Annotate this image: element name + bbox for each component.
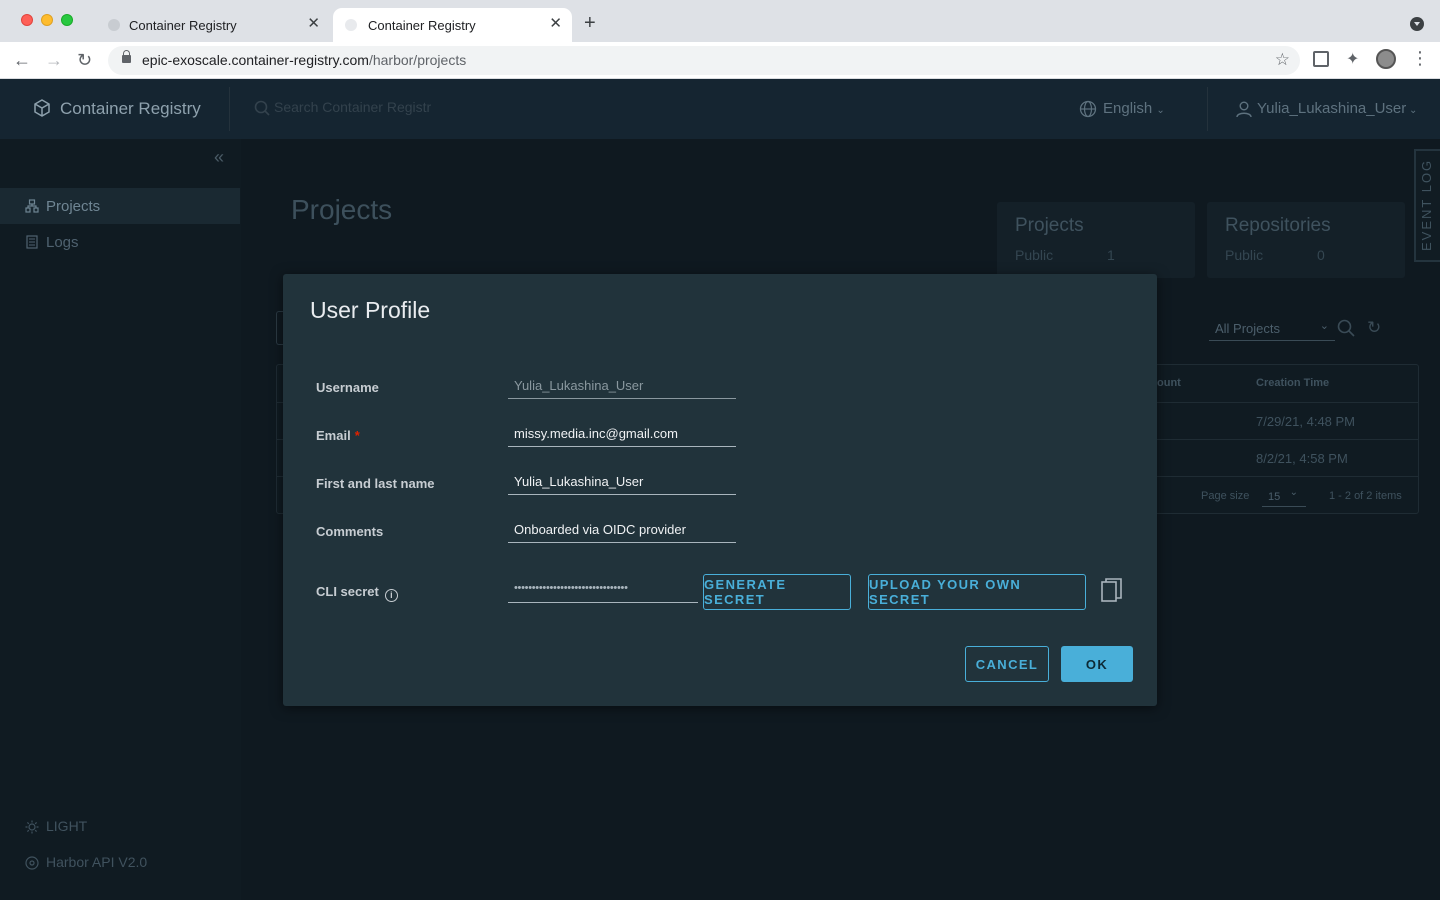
sun-icon <box>25 820 39 834</box>
username-label: Username <box>316 380 379 395</box>
project-filter-select[interactable]: All Projects ⌄ <box>1209 319 1335 341</box>
email-label: Email * <box>316 428 360 443</box>
projects-icon <box>25 199 39 213</box>
user-profile-modal: User Profile Username Yulia_Lukashina_Us… <box>283 274 1157 706</box>
browser-profile-avatar[interactable] <box>1376 49 1396 69</box>
api-link-label: Harbor API V2.0 <box>46 854 148 870</box>
column-header-count[interactable]: ount <box>1157 377 1181 389</box>
sidebar: « Projects Logs LIGHT Harbor API V2.0 <box>0 139 241 900</box>
user-icon <box>1236 101 1252 118</box>
refresh-icon[interactable]: ↻ <box>1367 318 1381 338</box>
forward-icon[interactable]: → <box>45 50 63 70</box>
email-field[interactable]: missy.media.inc@gmail.com <box>508 421 736 447</box>
chevron-down-icon: ⌄ <box>1319 320 1329 332</box>
browser-menu-icon[interactable]: ⋮ <box>1411 48 1429 68</box>
reload-icon[interactable]: ↻ <box>77 50 92 70</box>
info-icon[interactable]: i <box>384 589 398 602</box>
generate-secret-button[interactable]: GENERATE SECRET <box>703 574 851 610</box>
globe-icon <box>1079 100 1097 118</box>
projects-summary-card: Projects Public 1 <box>997 202 1195 278</box>
browser-toolbar: ← → ↻ epic-exoscale.container-registry.c… <box>0 42 1440 79</box>
search-icon <box>254 100 270 116</box>
full-name-field[interactable]: Yulia_Lukashina_User <box>508 469 736 495</box>
tab-favicon-icon <box>345 19 357 31</box>
window-close-button[interactable] <box>21 14 33 26</box>
header-divider <box>229 87 230 131</box>
comments-label: Comments <box>316 524 384 539</box>
page-title: Projects <box>291 194 393 225</box>
copy-icon[interactable] <box>1101 578 1123 604</box>
user-menu-dropdown[interactable]: Yulia_Lukashina_User ⌄ <box>1257 100 1417 117</box>
page-size-select[interactable]: 15 ⌄ <box>1262 485 1306 507</box>
cli-secret-field: •••••••••••••••••••••••••••••••• <box>508 577 698 603</box>
username-field: Yulia_Lukashina_User <box>508 373 736 399</box>
bookmark-star-icon[interactable]: ☆ <box>1275 50 1290 70</box>
ok-button[interactable]: OK <box>1061 646 1133 682</box>
sidebar-item-logs[interactable]: Logs <box>0 224 240 260</box>
url-text: epic-exoscale.container-registry.com/har… <box>142 52 467 68</box>
collapse-sidebar-icon[interactable]: « <box>214 147 224 168</box>
tab-title: Container Registry <box>129 17 237 33</box>
window-minimize-button[interactable] <box>41 14 53 26</box>
event-log-tab[interactable]: EVENT LOG <box>1414 149 1440 262</box>
window-maximize-button[interactable] <box>61 14 73 26</box>
container-logo-icon <box>34 99 50 117</box>
theme-toggle[interactable]: LIGHT <box>0 818 87 838</box>
sidebar-item-projects[interactable]: Projects <box>0 188 240 224</box>
browser-tab-bar: Container Registry ✕ Container Registry … <box>0 0 1440 42</box>
tab-title: Container Registry <box>368 17 476 33</box>
chevron-down-icon: ⌄ <box>1406 105 1418 116</box>
search-icon[interactable] <box>1337 319 1355 337</box>
tab-close-icon[interactable]: ✕ <box>307 16 320 32</box>
chevron-down-icon: ⌄ <box>1156 105 1165 116</box>
extensions-icon[interactable]: ✦ <box>1346 49 1362 68</box>
comments-field[interactable]: Onboarded via OIDC provider <box>508 517 736 543</box>
lock-icon <box>122 50 131 63</box>
new-tab-icon[interactable]: + <box>584 13 596 33</box>
global-search-input[interactable] <box>274 99 454 115</box>
modal-title: User Profile <box>310 297 431 323</box>
full-name-label: First and last name <box>316 476 435 491</box>
address-bar[interactable]: epic-exoscale.container-registry.com/har… <box>108 46 1300 75</box>
theme-toggle-label: LIGHT <box>46 818 88 834</box>
harbor-api-link[interactable]: Harbor API V2.0 <box>0 854 147 874</box>
sidebar-item-label: Logs <box>46 233 79 251</box>
upload-secret-button[interactable]: UPLOAD YOUR OWN SECRET <box>868 574 1086 610</box>
header-divider <box>1207 87 1208 131</box>
app-title[interactable]: Container Registry <box>60 99 201 119</box>
sidebar-item-label: Projects <box>46 197 101 215</box>
tab-search-icon[interactable] <box>1410 17 1424 31</box>
logs-icon <box>26 235 38 249</box>
browser-tab-2[interactable]: Container Registry ✕ <box>333 8 572 42</box>
chevron-down-icon: ⌄ <box>1289 487 1298 498</box>
api-icon <box>25 856 39 870</box>
repositories-summary-card: Repositories Public 0 <box>1207 202 1405 278</box>
browser-tab-1[interactable]: Container Registry ✕ <box>96 8 330 42</box>
language-dropdown[interactable]: English ⌄ <box>1103 100 1165 117</box>
cli-secret-label: CLI secret i <box>316 584 398 602</box>
app-header: Container Registry English ⌄ Yulia_Lukas… <box>0 79 1440 139</box>
screen-capture-icon[interactable] <box>1313 51 1329 67</box>
column-header-creation-time[interactable]: Creation Time <box>1256 377 1329 389</box>
back-icon[interactable]: ← <box>13 50 31 70</box>
tab-favicon-icon <box>108 19 120 31</box>
tab-close-icon[interactable]: ✕ <box>549 16 562 32</box>
cancel-button[interactable]: CANCEL <box>965 646 1049 682</box>
